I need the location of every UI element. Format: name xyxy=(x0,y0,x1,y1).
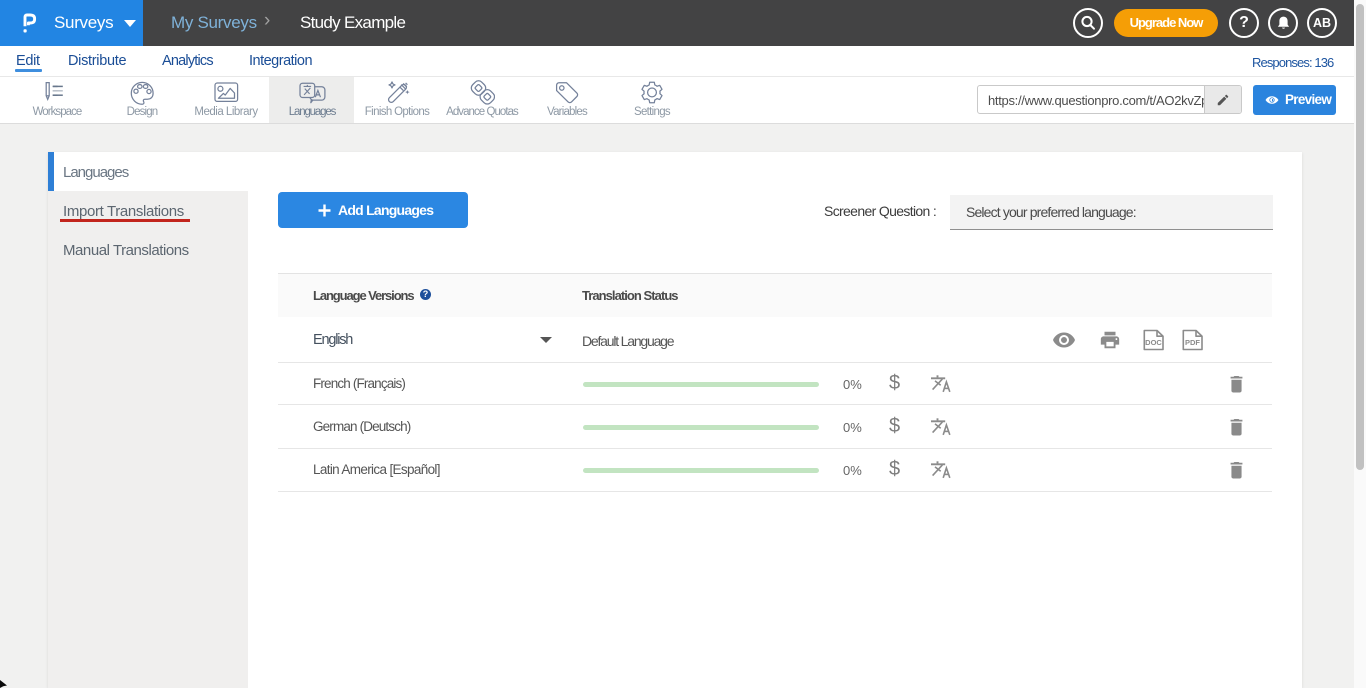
svg-text:PDF: PDF xyxy=(1185,338,1200,347)
svg-text:DOC: DOC xyxy=(1145,338,1162,347)
